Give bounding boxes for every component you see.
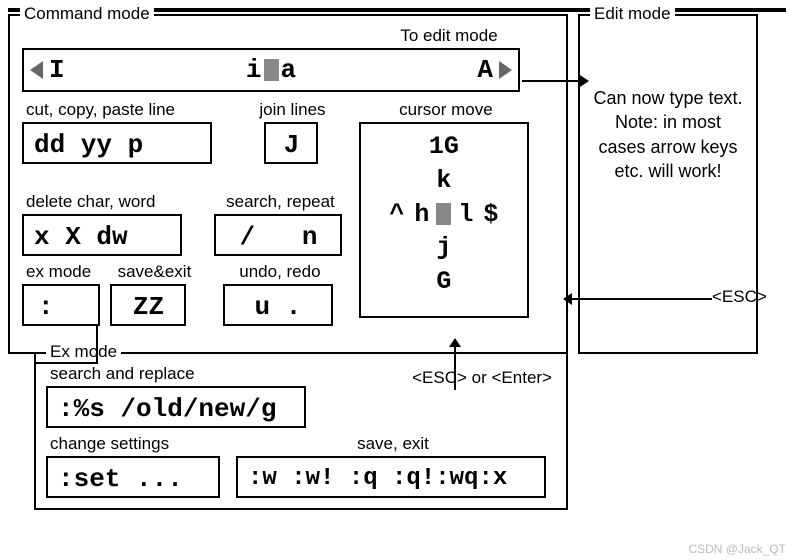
search-replace-label: search and replace	[50, 364, 306, 384]
ex-mode-box: :	[22, 284, 100, 326]
edit-mode-text: Can now type text. Note: in most cases a…	[590, 86, 746, 183]
cursor-move-label: cursor move	[363, 100, 529, 120]
arrow-exmode-down-v	[96, 324, 98, 364]
undo-redo-box: u .	[223, 284, 333, 326]
to-edit-mode-label: To edit mode	[342, 26, 556, 46]
cut-copy-paste-box: dd yy p	[22, 122, 212, 164]
cursor-G: G	[361, 265, 527, 299]
delete-box: x X dw	[22, 214, 182, 256]
cursor-move-box: 1G k ^ h l $ j G	[359, 122, 529, 318]
cursor-caret: ^	[389, 198, 404, 232]
cursor-k: k	[361, 164, 527, 198]
cursor-dollar: $	[483, 198, 498, 232]
command-mode-legend: Command mode	[20, 4, 154, 24]
arrow-esc-line	[572, 298, 712, 300]
search-repeat-label: search, repeat	[218, 192, 342, 212]
save-exit-label: save&exit	[114, 262, 194, 282]
cursor-block-icon	[264, 59, 279, 81]
triangle-left-icon	[30, 61, 43, 79]
ex-save-exit-box: :w :w! :q :q!:wq:x	[236, 456, 546, 498]
join-lines-box: J	[264, 122, 318, 164]
esc-label: <ESC>	[712, 287, 767, 307]
change-settings-label: change settings	[50, 434, 220, 454]
ex-mode-label: ex mode	[26, 262, 100, 282]
main-layout: Command mode To edit mode I i a A cut, c…	[8, 14, 786, 354]
arrow-to-edit-line	[522, 80, 580, 82]
arrow-esc-enter-head-icon	[449, 338, 461, 347]
cursor-j: j	[361, 231, 527, 265]
cmd-I: I	[49, 55, 65, 85]
edit-mode-legend: Edit mode	[590, 4, 675, 24]
watermark: CSDN @Jack_QT	[688, 542, 786, 556]
triangle-right-icon	[499, 61, 512, 79]
undo-redo-label: undo, redo	[227, 262, 333, 282]
change-settings-box: :set ...	[46, 456, 220, 498]
ex-mode-legend: Ex mode	[46, 342, 121, 362]
ex-mode-panel: Ex mode search and replace :%s /old/new/…	[34, 352, 568, 510]
join-lines-label: join lines	[254, 100, 330, 120]
cmd-a: a	[281, 55, 297, 85]
search-repeat-box: / n	[214, 214, 342, 256]
esc-or-enter-label: <ESC> or <Enter>	[412, 368, 552, 388]
save-exit-box: ZZ	[110, 284, 186, 326]
cursor-block-center-icon	[436, 203, 451, 225]
command-mode-panel: Command mode To edit mode I i a A cut, c…	[8, 14, 568, 354]
search-replace-box: :%s /old/new/g	[46, 386, 306, 428]
arrow-esc-enter-v	[454, 346, 456, 390]
arrow-esc-head-icon	[563, 293, 572, 305]
cursor-1G: 1G	[361, 130, 527, 164]
cursor-l: l	[458, 198, 473, 232]
ex-save-exit-label: save, exit	[240, 434, 546, 454]
insert-commands-box: I i a A	[22, 48, 520, 92]
arrow-to-edit-head-icon	[580, 75, 589, 87]
delete-label: delete char, word	[26, 192, 182, 212]
cmd-i: i	[246, 55, 262, 85]
cursor-h: h	[414, 198, 429, 232]
cut-copy-paste-label: cut, copy, paste line	[26, 100, 212, 120]
cmd-A: A	[477, 55, 493, 85]
arrow-exmode-down-h	[34, 362, 96, 364]
